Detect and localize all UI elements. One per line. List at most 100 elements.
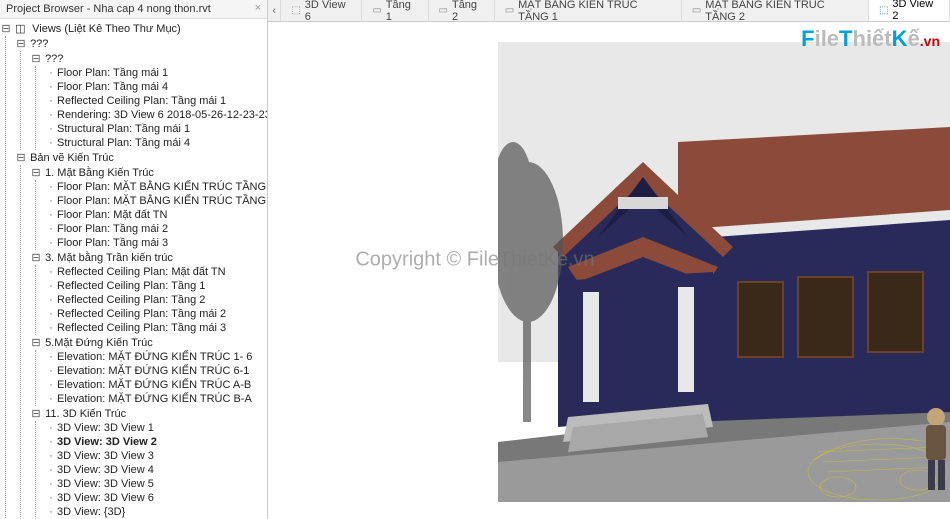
- tree-label: Reflected Ceiling Plan: Mặt đất TN: [57, 266, 226, 278]
- tree-item[interactable]: ·3D View: 3D View 1: [45, 421, 267, 435]
- tree-group[interactable]: ⊟ Bản vẽ Kiến Trúc: [15, 150, 267, 165]
- collapse-icon[interactable]: ⊟: [30, 407, 42, 420]
- tree-label: 3D View: {3D}: [57, 506, 125, 518]
- tree-item[interactable]: ·Rendering: 3D View 6 2018-05-26-12-23-2…: [45, 108, 267, 122]
- tree-item[interactable]: ·Structural Plan: Tầng mái 1: [45, 122, 267, 136]
- views-icon: ◫: [15, 22, 27, 35]
- leaf-icon: ·: [45, 137, 57, 149]
- plan-icon: ▭: [439, 5, 448, 16]
- tree-group[interactable]: ⊟ 1. Mặt Bằng Kiến Trúc: [30, 165, 267, 180]
- tree-label: Reflected Ceiling Plan: Tầng mái 1: [57, 95, 226, 107]
- leaf-icon: ·: [45, 81, 57, 93]
- tree-item[interactable]: ·Reflected Ceiling Plan: Mặt đất TN: [45, 265, 267, 279]
- tab-tang-2[interactable]: ▭Tầng 2: [429, 0, 495, 21]
- tabs-scroll-left-icon[interactable]: ‹: [268, 0, 281, 21]
- main-area: ‹ ⬚3D View 6 ▭Tầng 1 ▭Tầng 2 ▭MẶT BẰNG K…: [268, 0, 950, 519]
- leaf-icon: ·: [45, 67, 57, 79]
- tree-item[interactable]: ·Elevation: MẶT ĐỨNG KIẾN TRÚC A-B: [45, 378, 267, 392]
- tree-label: Floor Plan: Tầng mái 4: [57, 81, 168, 93]
- tree-item[interactable]: ·Reflected Ceiling Plan: Tầng 1: [45, 279, 267, 293]
- tree-item[interactable]: ·3D View: 3D View 2: [45, 435, 267, 449]
- tree-label: 3D View: 3D View 2: [57, 436, 157, 448]
- tree-item[interactable]: ·Reflected Ceiling Plan: Tầng mái 1: [45, 94, 267, 108]
- tree-label: 3D View: 3D View 6: [57, 492, 154, 504]
- tab-label: MẶT BẰNG KIẾN TRÚC TẦNG 1: [518, 0, 671, 22]
- plan-icon: ▭: [372, 5, 381, 16]
- tree-item[interactable]: ·Reflected Ceiling Plan: Tầng 2: [45, 293, 267, 307]
- tree-label: Structural Plan: Tầng mái 4: [57, 137, 190, 149]
- collapse-icon[interactable]: ⊟: [15, 37, 27, 50]
- tree-item[interactable]: ·3D View: 3D View 5: [45, 477, 267, 491]
- tree-item[interactable]: ·Floor Plan: MẶT BẰNG KIẾN TRÚC TẦNG 1: [45, 180, 267, 194]
- tree-label: 5.Mặt Đứng Kiến Trúc: [45, 337, 153, 349]
- tab-3d-view-2[interactable]: ⬚3D View 2: [869, 0, 950, 22]
- leaf-icon: ·: [45, 506, 57, 518]
- leaf-icon: ·: [45, 294, 57, 306]
- tree-group[interactable]: ⊟ ???: [15, 36, 267, 51]
- tree-item[interactable]: ·3D View: 3D View 3: [45, 449, 267, 463]
- panel-close-icon[interactable]: ×: [251, 2, 265, 16]
- panel-title: Project Browser - Nha cap 4 nong thon.rv…: [0, 0, 267, 19]
- tree-label: 11. 3D Kiến Trúc: [45, 408, 126, 420]
- tree-label: 3D View: 3D View 3: [57, 450, 154, 462]
- tree-group[interactable]: ⊟ 3. Mặt bằng Trần kiến trúc: [30, 250, 267, 265]
- tree-label: Reflected Ceiling Plan: Tầng 2: [57, 294, 205, 306]
- tree-group[interactable]: ⊟ 11. 3D Kiến Trúc: [30, 406, 267, 421]
- tree-item[interactable]: ·3D View: {3D}: [45, 505, 267, 518]
- tree-label: Floor Plan: Mặt đất TN: [57, 209, 167, 221]
- tree-item[interactable]: ·3D View: 3D View 6: [45, 491, 267, 505]
- tree-item[interactable]: ·Floor Plan: Tầng mái 4: [45, 80, 267, 94]
- leaf-icon: ·: [45, 181, 57, 193]
- project-browser-panel: × Project Browser - Nha cap 4 nong thon.…: [0, 0, 268, 519]
- viewport-3d[interactable]: FileThiếtKế.vn: [268, 22, 950, 519]
- tree-label: 3. Mặt bằng Trần kiến trúc: [45, 252, 173, 264]
- collapse-icon[interactable]: ⊟: [15, 151, 27, 164]
- watermark-logo: FileThiếtKế.vn: [801, 26, 940, 52]
- tree-group[interactable]: ⊟ 5.Mặt Đứng Kiến Trúc: [30, 335, 267, 350]
- collapse-icon[interactable]: ⊟: [30, 166, 42, 179]
- tab-label: Tầng 1: [386, 0, 418, 22]
- collapse-icon[interactable]: ⊟: [30, 52, 42, 65]
- tree-label: Floor Plan: Tầng mái 1: [57, 67, 168, 79]
- tree-group[interactable]: ⊟ ???: [30, 51, 267, 66]
- leaf-icon: ·: [45, 478, 57, 490]
- tree-label: Floor Plan: MẶT BẰNG KIẾN TRÚC TẦNG 1: [57, 181, 267, 193]
- tab-3d-view-6[interactable]: ⬚3D View 6: [281, 0, 362, 21]
- leaf-icon: ·: [45, 351, 57, 363]
- tab-mat-bang-2[interactable]: ▭MẶT BẰNG KIẾN TRÚC TẦNG 2: [682, 0, 869, 21]
- tab-tang-1[interactable]: ▭ Tầng 1: [362, 0, 428, 21]
- leaf-icon: ·: [45, 195, 57, 207]
- leaf-icon: ·: [45, 280, 57, 292]
- view-tabs: ‹ ⬚3D View 6 ▭Tầng 1 ▭Tầng 2 ▭MẶT BẰNG K…: [268, 0, 950, 22]
- tree-label: Elevation: MẶT ĐỨNG KIẾN TRÚC 1- 6: [57, 351, 252, 363]
- collapse-icon[interactable]: ⊟: [30, 336, 42, 349]
- tree-item[interactable]: ·Floor Plan: MẶT BẰNG KIẾN TRÚC TẦNG 2: [45, 194, 267, 208]
- leaf-icon: ·: [45, 450, 57, 462]
- tree-item[interactable]: ·Elevation: MẶT ĐỨNG KIẾN TRÚC B-A: [45, 392, 267, 406]
- tree-label: ???: [45, 53, 63, 65]
- project-tree[interactable]: ⊟ ◫ Views (Liệt Kê Theo Thư Mục) ⊟ ??? ⊟…: [0, 19, 267, 518]
- tree-item[interactable]: ·Floor Plan: Mặt đất TN: [45, 208, 267, 222]
- leaf-icon: ·: [45, 308, 57, 320]
- collapse-icon[interactable]: ⊟: [30, 251, 42, 264]
- tree-item[interactable]: ·Reflected Ceiling Plan: Tầng mái 2: [45, 307, 267, 321]
- tree-item[interactable]: ·Reflected Ceiling Plan: Tầng mái 3: [45, 321, 267, 335]
- leaf-icon: ·: [45, 492, 57, 504]
- tree-label: Elevation: MẶT ĐỨNG KIẾN TRÚC B-A: [57, 393, 252, 405]
- tab-mat-bang-1[interactable]: ▭MẶT BẰNG KIẾN TRÚC TẦNG 1: [495, 0, 682, 21]
- tree-item[interactable]: ·3D View: 3D View 4: [45, 463, 267, 477]
- tab-label: 3D View 6: [305, 0, 352, 22]
- tree-label: Reflected Ceiling Plan: Tầng 1: [57, 280, 205, 292]
- collapse-icon[interactable]: ⊟: [0, 22, 12, 35]
- tree-label: Floor Plan: MẶT BẰNG KIẾN TRÚC TẦNG 2: [57, 195, 267, 207]
- tree-item[interactable]: ·Elevation: MẶT ĐỨNG KIẾN TRÚC 1- 6: [45, 350, 267, 364]
- leaf-icon: ·: [45, 95, 57, 107]
- tree-item[interactable]: ·Floor Plan: Tầng mái 2: [45, 222, 267, 236]
- leaf-icon: ·: [45, 422, 57, 434]
- cube-icon: ⬚: [879, 5, 888, 16]
- tree-item[interactable]: ·Floor Plan: Tầng mái 1: [45, 66, 267, 80]
- tree-item[interactable]: ·Floor Plan: Tầng mái 3: [45, 236, 267, 250]
- tree-root[interactable]: ⊟ ◫ Views (Liệt Kê Theo Thư Mục): [0, 21, 267, 36]
- tree-item[interactable]: ·Elevation: MẶT ĐỨNG KIẾN TRÚC 6-1: [45, 364, 267, 378]
- tree-item[interactable]: ·Structural Plan: Tầng mái 4: [45, 136, 267, 150]
